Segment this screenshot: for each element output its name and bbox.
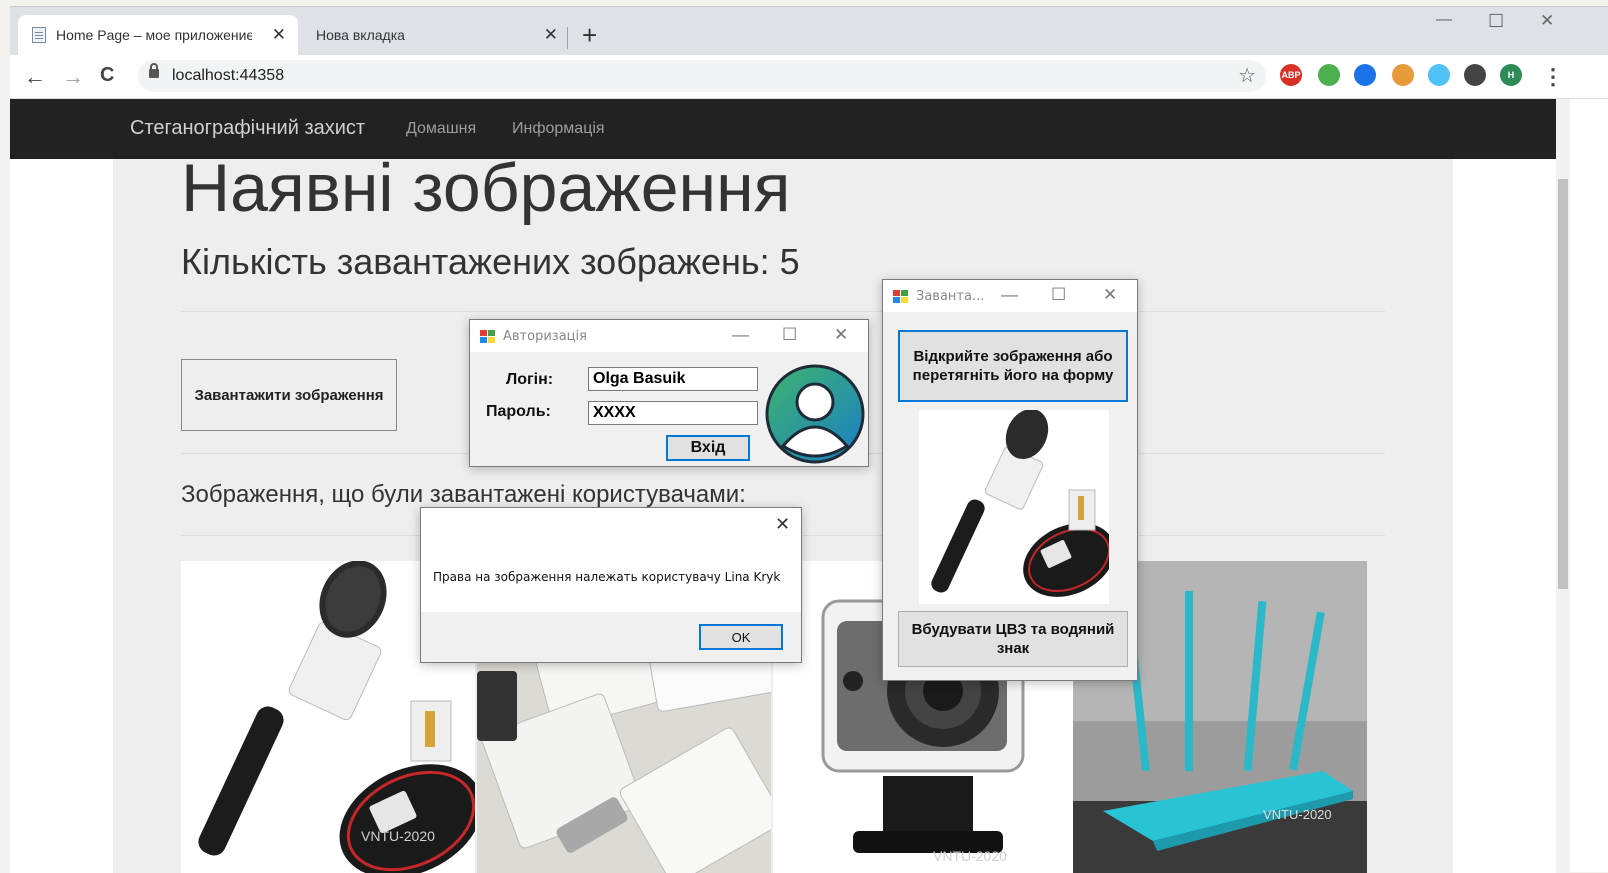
embed-watermark-button[interactable]: Вбудувати ЦВЗ та водяний знак: [898, 611, 1128, 667]
tab-new-tab[interactable]: Нова вкладка ✕: [302, 15, 570, 55]
login-button[interactable]: Вхід: [666, 435, 750, 461]
close-window-button[interactable]: ✕: [1540, 11, 1554, 31]
app-icon: [893, 290, 908, 303]
login-field[interactable]: Olga Basuik: [588, 367, 758, 391]
adblock-plus-extension-icon[interactable]: ABP: [1280, 64, 1302, 86]
upload-image-button[interactable]: Завантажити зображення: [181, 359, 397, 431]
close-tab-icon[interactable]: ✕: [544, 25, 558, 45]
upload-dialog: Заванта... — ☐ ✕ Відкрийте зображення аб…: [882, 279, 1138, 681]
close-icon[interactable]: ✕: [834, 325, 848, 345]
site-brand[interactable]: Стеганографічний захист: [130, 117, 365, 140]
scrollbar-thumb[interactable]: [1558, 179, 1568, 589]
web-page: Стеганографічний захист Домашня Информац…: [10, 99, 1556, 873]
forward-button[interactable]: →: [62, 64, 84, 90]
browser-window: Home Page – мое приложение ASP.NET ✕ Нов…: [10, 6, 1608, 873]
puzzle-extension-icon[interactable]: [1464, 64, 1486, 86]
tab-divider: [567, 27, 568, 49]
lock-icon: [149, 63, 159, 78]
dialog-titlebar: Заванта... — ☐ ✕: [883, 280, 1137, 312]
password-label: Пароль:: [486, 403, 551, 420]
dialog-title: Авторизація: [503, 329, 587, 344]
minimize-button[interactable]: —: [1436, 11, 1452, 29]
uploaded-images-heading: Зображення, що були завантажені користув…: [181, 481, 746, 508]
tab-strip: Home Page – мое приложение ASP.NET ✕ Нов…: [10, 7, 1608, 55]
cookie-extension-icon[interactable]: [1392, 64, 1414, 86]
watermark-text: VNTU-2020: [1263, 807, 1332, 822]
open-image-button[interactable]: Відкрийте зображення або перетягніть йог…: [898, 330, 1128, 402]
message-box: ✕ Права на зображення належать користува…: [420, 507, 802, 663]
tab-home-page[interactable]: Home Page – мое приложение ASP.NET ✕: [18, 15, 298, 55]
diamond-extension-icon[interactable]: [1428, 64, 1450, 86]
ok-button[interactable]: OK: [699, 624, 783, 650]
profile-extension-icon[interactable]: H: [1500, 64, 1522, 86]
app-icon: [480, 330, 495, 343]
maximize-button[interactable]: ☐: [1488, 11, 1504, 32]
nav-info-link[interactable]: Информація: [512, 120, 605, 138]
minimize-icon[interactable]: —: [1001, 285, 1018, 305]
message-text: Права на зображення належать користувачу…: [433, 570, 781, 584]
bookmark-extension-icon[interactable]: [1354, 64, 1376, 86]
close-icon[interactable]: ✕: [1103, 285, 1117, 305]
maximize-icon[interactable]: ☐: [782, 325, 797, 345]
dialog-title: Заванта...: [916, 289, 985, 304]
dialog-titlebar: Авторизація — ☐ ✕: [470, 320, 868, 352]
url-text: localhost:44358: [172, 67, 285, 84]
close-tab-icon[interactable]: ✕: [272, 25, 286, 45]
watermark-text: VNTU-2020: [933, 848, 1007, 864]
close-icon[interactable]: ✕: [775, 514, 790, 535]
watermark-text: VNTU-2020: [361, 828, 435, 844]
download-arrow-extension-icon[interactable]: [1318, 64, 1340, 86]
bookmark-star-icon[interactable]: ☆: [1238, 63, 1256, 88]
maximize-icon[interactable]: ☐: [1051, 285, 1066, 305]
user-avatar-icon: [765, 364, 865, 464]
login-label: Логін:: [506, 371, 554, 388]
message-footer: OK: [421, 612, 801, 662]
reload-button[interactable]: C: [100, 64, 114, 87]
page-icon: [32, 27, 46, 43]
divider: [181, 311, 1385, 312]
new-tab-button[interactable]: +: [582, 20, 597, 51]
browser-toolbar: ← → C localhost:44358 ☆ ABP H ⋮: [10, 55, 1608, 99]
minimize-icon[interactable]: —: [732, 325, 749, 345]
image-preview: [919, 410, 1109, 604]
upload-count: Кількість завантажених зображень: 5: [181, 241, 800, 282]
tab-title: Нова вкладка: [316, 27, 405, 43]
nav-home-link[interactable]: Домашня: [406, 120, 476, 138]
authorization-dialog: Авторизація — ☐ ✕ Логін: Olga Basuik Пар…: [469, 319, 869, 467]
page-scrollbar[interactable]: [1556, 99, 1570, 873]
address-bar[interactable]: localhost:44358 ☆: [138, 60, 1266, 92]
back-button[interactable]: ←: [24, 64, 46, 90]
tab-title: Home Page – мое приложение ASP.NET: [56, 27, 252, 43]
menu-icon[interactable]: ⋮: [1542, 64, 1564, 90]
password-field[interactable]: XXXX: [588, 401, 758, 425]
page-title: Наявні зображення: [181, 150, 791, 226]
